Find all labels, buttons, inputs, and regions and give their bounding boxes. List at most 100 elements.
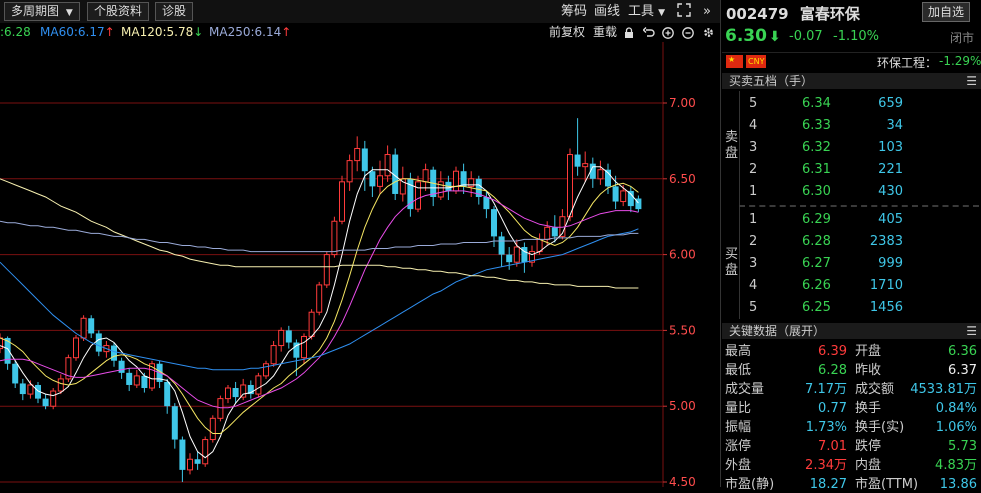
sector-name[interactable]: 环保工程： xyxy=(877,54,937,71)
candle-body xyxy=(126,372,133,385)
keydata-value: 4533.81万 xyxy=(910,382,977,397)
arrow-up-icon: ↑ xyxy=(281,25,292,39)
keydata-label: 跌停 xyxy=(855,439,882,454)
stock-name: 富春环保 xyxy=(799,5,860,23)
keydata-label: 最低 xyxy=(725,363,752,378)
orderbook-header[interactable]: 买卖五档（手） ☰ xyxy=(722,73,981,89)
bid-level: 3 xyxy=(749,256,758,271)
reload-button[interactable]: 重载 xyxy=(593,23,617,42)
ask-level: 1 xyxy=(749,184,758,199)
add-watchlist-button[interactable]: 加自选 xyxy=(922,2,971,22)
candle-body xyxy=(171,406,178,440)
keydata-label: 成交额 xyxy=(855,382,895,397)
candle-body xyxy=(133,375,140,386)
candle-body xyxy=(164,381,171,407)
candle-body xyxy=(194,459,201,464)
fullscreen-icon[interactable] xyxy=(677,3,691,22)
keydata-value: 1.06% xyxy=(935,420,977,435)
candle-body xyxy=(141,375,148,389)
candle-body xyxy=(369,171,376,187)
ma250-line xyxy=(0,220,639,253)
candle-body xyxy=(285,330,292,343)
candle-body xyxy=(544,226,551,240)
sector-change: -1.29% xyxy=(939,54,981,68)
ma-indicator-bar: :6.28 MA60:6.17↑ MA120:5.78↓ MA250:6.14↑… xyxy=(0,23,720,42)
bid-volume: 2383 xyxy=(869,234,903,249)
keydata-header[interactable]: 关键数据（展开） ☰ xyxy=(722,323,981,339)
bid-volume: 405 xyxy=(878,212,903,227)
chart-toolbar: 多周期图 ▼ 个股资料 诊股 筹码 画线 工具 ▼ » xyxy=(0,0,720,24)
chips-button[interactable]: 筹码 xyxy=(561,3,587,20)
menu-icon[interactable]: ☰ xyxy=(966,323,977,339)
chevron-down-icon: ▼ xyxy=(65,8,73,18)
bid-volume: 1710 xyxy=(869,278,903,293)
ma60-value: MA60:6.17↑ xyxy=(40,25,115,39)
price-change-pct: -1.10% xyxy=(833,29,879,44)
ma120-value: MA120:5.78↓ xyxy=(121,25,204,39)
y-tick-label: 5.50 xyxy=(669,323,696,337)
keydata-value: 13.86 xyxy=(939,477,977,492)
keydata-label: 市盈(静) xyxy=(725,477,775,492)
kline-chart[interactable]: 7.00 6.50 6.00 5.50 5.00 4.50 xyxy=(0,42,720,489)
candle-body xyxy=(597,169,604,180)
bid-level: 4 xyxy=(749,278,758,293)
period-select[interactable]: 多周期图 ▼ xyxy=(4,2,80,21)
candle-body xyxy=(209,417,216,441)
menu-icon[interactable]: ☰ xyxy=(966,73,977,89)
candle-body xyxy=(346,160,353,183)
tools-menu[interactable]: 工具 ▼ xyxy=(628,3,665,22)
candle-body xyxy=(574,154,581,167)
candle-body xyxy=(399,178,406,195)
bid-price: 6.29 xyxy=(802,212,831,227)
candle-body xyxy=(483,196,490,210)
keydata-value: 18.27 xyxy=(809,477,847,492)
candle-body xyxy=(118,360,125,373)
candle-body xyxy=(187,458,193,471)
y-tick-label: 5.00 xyxy=(669,399,696,413)
bid-price: 6.26 xyxy=(802,278,831,293)
bid-level: 2 xyxy=(749,234,758,249)
candle-body xyxy=(0,337,3,350)
candle-body xyxy=(57,378,64,392)
candle-body xyxy=(323,254,330,286)
keydata-value: 4.83万 xyxy=(935,458,977,473)
ask-volume: 430 xyxy=(878,184,903,199)
arrow-down-icon: ⬇ xyxy=(768,29,781,45)
candle-body xyxy=(217,398,224,419)
candle-body xyxy=(27,384,34,395)
stock-code: 002479 xyxy=(726,5,789,23)
diagnose-button[interactable]: 诊股 xyxy=(155,2,194,21)
last-price: 6.30 ⬇ xyxy=(725,26,781,46)
candle-body xyxy=(42,398,49,407)
market-status: 闭市 xyxy=(950,31,975,45)
arrow-up-icon: ↑ xyxy=(104,25,115,39)
bid-price: 6.28 xyxy=(802,234,831,249)
quote-panel: 002479 富春环保 加自选 6.30 ⬇ -0.07 -1.10% 闭市 ★ … xyxy=(720,0,981,492)
candle-body xyxy=(73,337,79,359)
candle-body xyxy=(88,318,95,334)
sell-side-label: 卖盘 xyxy=(725,130,739,161)
orderbook-separator xyxy=(739,205,979,207)
candle-body xyxy=(301,335,307,359)
ask-price: 6.30 xyxy=(802,184,831,199)
candle-body xyxy=(111,345,117,361)
forward-adjust-button[interactable]: 前复权 xyxy=(549,23,585,42)
candle-body xyxy=(232,388,239,398)
stock-info-button[interactable]: 个股资料 xyxy=(87,2,150,21)
ask-volume: 34 xyxy=(886,118,903,133)
expand-panel-button[interactable]: » xyxy=(703,3,711,20)
candle-body xyxy=(316,284,323,313)
currency-badge: CNY xyxy=(746,55,767,68)
candle-body xyxy=(582,163,589,168)
y-tick-label: 6.50 xyxy=(669,172,696,186)
ask-level: 2 xyxy=(749,162,758,177)
keydata-label: 换手 xyxy=(855,401,882,416)
draw-line-button[interactable]: 画线 xyxy=(594,3,620,20)
ma250-value: MA250:6.14↑ xyxy=(209,25,292,39)
keydata-label: 内盘 xyxy=(855,458,882,473)
candle-body xyxy=(551,227,558,237)
keydata-label: 成交量 xyxy=(725,382,765,397)
buy-side-label: 买盘 xyxy=(725,247,739,278)
bid-volume: 999 xyxy=(878,256,903,271)
candle-body xyxy=(627,190,634,207)
